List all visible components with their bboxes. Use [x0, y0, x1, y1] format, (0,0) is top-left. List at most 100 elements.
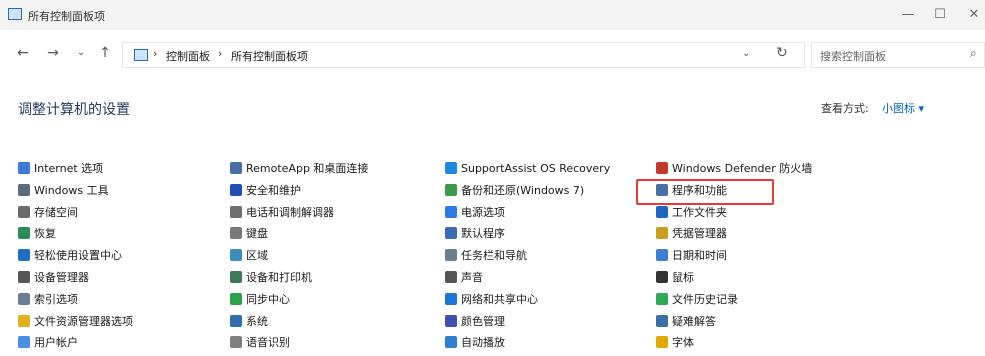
item-label: Windows 工具	[34, 183, 109, 197]
control-panel-item[interactable]: 日期和时间	[656, 247, 727, 265]
address-dropdown-chevron-icon[interactable]: ⌄	[742, 48, 750, 59]
control-panel-icon	[8, 8, 22, 20]
control-panel-item[interactable]: 工作文件夹	[656, 204, 727, 222]
control-panel-item[interactable]: 默认程序	[445, 225, 505, 243]
item-icon	[445, 162, 457, 174]
item-icon	[18, 227, 30, 240]
item-label: Windows Defender 防火墙	[672, 162, 813, 175]
item-label: Internet 选项	[34, 162, 104, 175]
item-icon	[656, 336, 668, 349]
forward-button[interactable]: →	[44, 44, 62, 62]
control-panel-item[interactable]: 安全和维护	[230, 182, 301, 200]
item-label: 颜色管理	[461, 314, 505, 328]
item-icon	[230, 249, 242, 262]
item-label: RemoteApp 和桌面连接	[246, 162, 369, 175]
maximize-icon: ☐	[934, 7, 946, 22]
window-title: 所有控制面板项	[28, 10, 105, 23]
control-panel-item[interactable]: 文件资源管理器选项	[18, 313, 133, 331]
control-panel-item[interactable]: 存储空间	[18, 204, 78, 222]
item-label: 网络和共享中心	[461, 292, 538, 306]
item-label: 设备和打印机	[246, 271, 312, 284]
control-panel-item[interactable]: 语音识别	[230, 334, 290, 352]
control-panel-item[interactable]: 系统	[230, 313, 268, 331]
control-panel-item[interactable]: 字体	[656, 334, 694, 352]
control-panel-item[interactable]: 颜色管理	[445, 313, 505, 331]
item-label: 日期和时间	[672, 249, 727, 263]
control-panel-item[interactable]: Windows Defender 防火墙	[656, 160, 812, 178]
control-panel-item[interactable]: 电话和调制解调器	[230, 204, 334, 222]
search-input[interactable]: 搜索控制面板	[820, 48, 886, 64]
search-icon[interactable]: ⌕	[970, 46, 977, 61]
control-panel-item[interactable]: 用户帐户	[18, 334, 78, 352]
item-icon	[445, 271, 457, 283]
item-label: 用户帐户	[34, 336, 78, 350]
item-label: 工作文件夹	[672, 205, 727, 219]
control-panel-item[interactable]: 声音	[445, 269, 483, 287]
refresh-button[interactable]: ↻	[776, 45, 788, 61]
item-label: 文件资源管理器选项	[34, 314, 133, 328]
back-button[interactable]: ←	[14, 44, 32, 62]
close-button[interactable]: ✕	[956, 4, 985, 26]
item-icon	[445, 183, 457, 196]
item-label: 安全和维护	[246, 183, 301, 197]
control-panel-item[interactable]: 鼠标	[656, 269, 694, 287]
item-icon	[18, 271, 30, 283]
view-by-label: 查看方式:	[821, 102, 869, 115]
breadcrumb-separator: ›	[218, 47, 223, 60]
item-label: 声音	[461, 271, 483, 284]
back-arrow-icon: ←	[17, 45, 29, 61]
item-icon	[656, 292, 668, 305]
control-panel-item[interactable]: 区域	[230, 247, 268, 265]
item-icon	[230, 336, 242, 349]
breadcrumb-control-panel[interactable]: 控制面板	[166, 48, 210, 64]
control-panel-item[interactable]: 键盘	[230, 225, 268, 243]
recent-locations-button[interactable]: ⌄	[72, 44, 90, 62]
control-panel-item[interactable]: 电源选项	[445, 204, 505, 222]
control-panel-item[interactable]: 凭据管理器	[656, 225, 727, 243]
item-icon	[230, 314, 242, 327]
address-bar[interactable]	[122, 42, 805, 68]
item-icon	[18, 249, 30, 262]
control-panel-item[interactable]: 自动播放	[445, 334, 505, 352]
control-panel-item[interactable]: 设备和打印机	[230, 269, 312, 287]
item-label: 自动播放	[461, 336, 505, 350]
item-icon	[445, 336, 457, 349]
breadcrumb-all-items[interactable]: 所有控制面板项	[231, 48, 308, 64]
item-label: 存储空间	[34, 205, 78, 219]
item-label: 字体	[672, 336, 694, 350]
item-icon	[656, 314, 668, 327]
control-panel-item[interactable]: 疑难解答	[656, 313, 716, 331]
item-icon	[445, 292, 457, 305]
control-panel-item[interactable]: Windows 工具	[18, 182, 109, 200]
view-by-dropdown[interactable]: 小图标 ▾	[882, 100, 924, 116]
page-title: 调整计算机的设置	[18, 102, 130, 118]
maximize-button[interactable]: ☐	[922, 4, 958, 26]
up-button[interactable]: ↑	[96, 44, 114, 62]
control-panel-item[interactable]: SupportAssist OS Recovery	[445, 160, 610, 178]
item-icon	[18, 205, 30, 218]
minimize-icon: —	[901, 7, 915, 22]
control-panel-item[interactable]: 备份和还原(Windows 7)	[445, 182, 584, 200]
control-panel-item[interactable]: 轻松使用设置中心	[18, 247, 122, 265]
control-panel-item[interactable]: 恢复	[18, 225, 56, 243]
item-label: 恢复	[34, 227, 56, 241]
item-label: 任务栏和导航	[461, 249, 527, 263]
control-panel-item[interactable]: 文件历史记录	[656, 291, 738, 309]
item-label: 电话和调制解调器	[246, 205, 334, 219]
control-panel-item[interactable]: 设备管理器	[18, 269, 89, 287]
item-label: 凭据管理器	[672, 227, 727, 241]
item-icon	[230, 292, 242, 305]
forward-arrow-icon: →	[47, 45, 59, 61]
item-label: 轻松使用设置中心	[34, 249, 122, 263]
control-panel-item[interactable]: RemoteApp 和桌面连接	[230, 160, 368, 178]
item-label: 备份和还原(Windows 7)	[461, 183, 585, 197]
control-panel-item[interactable]: 索引选项	[18, 291, 78, 309]
control-panel-item[interactable]: Internet 选项	[18, 160, 103, 178]
control-panel-item[interactable]: 同步中心	[230, 291, 290, 309]
minimize-button[interactable]: —	[890, 4, 926, 26]
item-icon	[230, 271, 242, 283]
control-panel-item[interactable]: 任务栏和导航	[445, 247, 527, 265]
item-label: 语音识别	[246, 336, 290, 350]
control-panel-item[interactable]: 网络和共享中心	[445, 291, 538, 309]
item-label: 默认程序	[461, 227, 505, 241]
